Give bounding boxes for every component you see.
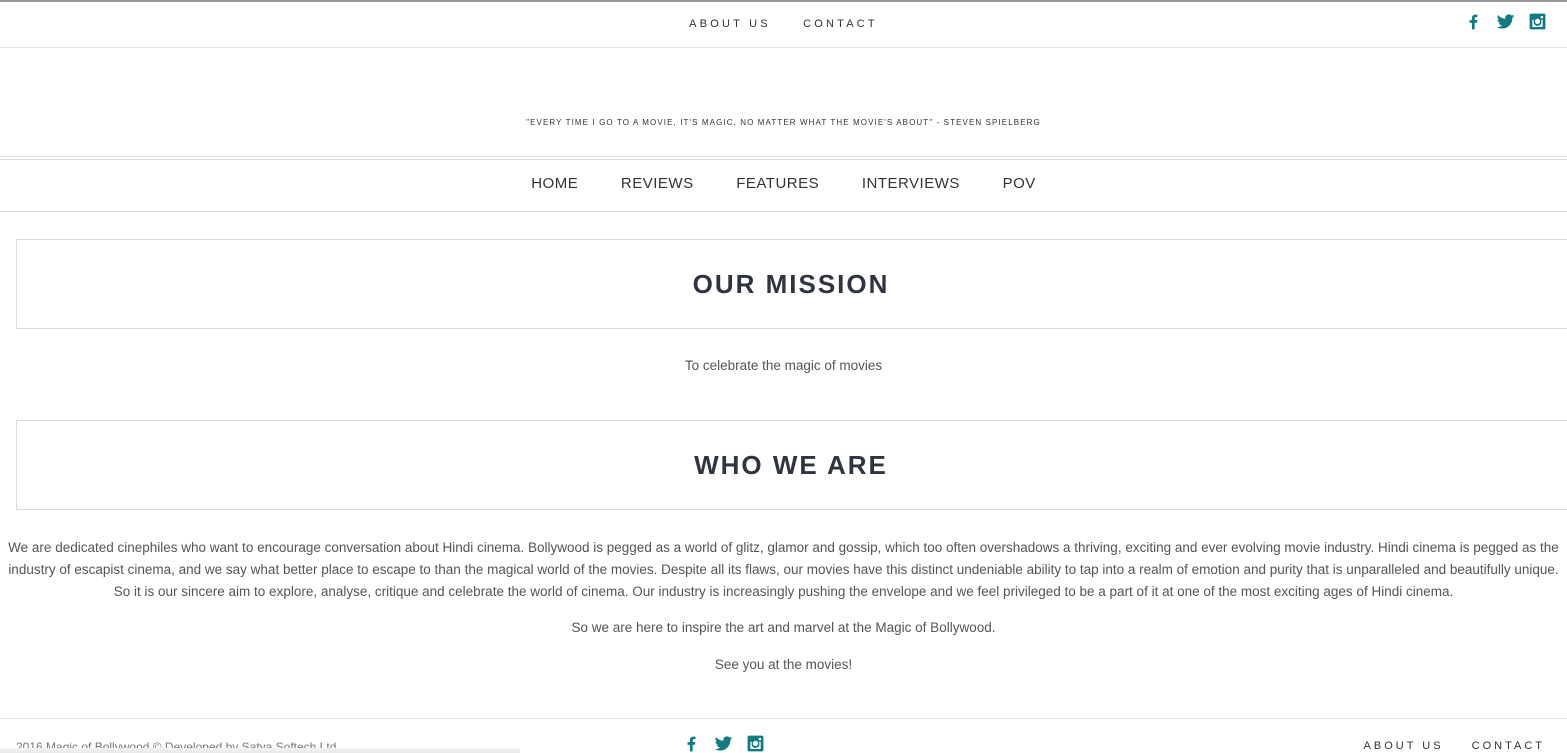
top-nav: ABOUT US CONTACT xyxy=(0,18,1567,30)
nav-pov[interactable]: POV xyxy=(1003,175,1036,192)
instagram-icon[interactable] xyxy=(744,733,766,753)
main-nav: HOME REVIEWS FEATURES INTERVIEWS POV xyxy=(0,175,1567,192)
divider xyxy=(0,211,1567,212)
footer-contact[interactable]: CONTACT xyxy=(1472,740,1545,752)
footer-about-us[interactable]: ABOUT US xyxy=(1364,740,1444,752)
footer-social-links xyxy=(680,733,766,753)
nav-features[interactable]: FEATURES xyxy=(736,175,819,192)
twitter-icon[interactable] xyxy=(712,733,734,753)
mission-text: To celebrate the magic of movies xyxy=(684,358,883,373)
top-social-links xyxy=(1462,11,1548,31)
divider xyxy=(0,156,1567,157)
instagram-icon[interactable] xyxy=(1526,11,1548,31)
top-nav-about-us[interactable]: ABOUT US xyxy=(689,18,771,30)
mission-heading: OUR MISSION xyxy=(692,268,890,299)
who-we-are-line2: So we are here to inspire the art and ma… xyxy=(571,620,996,635)
top-bar: ABOUT US CONTACT xyxy=(0,2,1567,48)
who-we-are-heading-box: WHO WE ARE xyxy=(16,420,1567,510)
who-we-are-paragraph: We are dedicated cinephiles who want to … xyxy=(8,540,1559,599)
mission-heading-box: OUR MISSION xyxy=(16,239,1567,329)
divider xyxy=(0,159,1567,160)
facebook-icon[interactable] xyxy=(1462,11,1484,31)
nav-interviews[interactable]: INTERVIEWS xyxy=(862,175,960,192)
bottom-overlay-edge xyxy=(0,748,520,753)
who-we-are-line3: See you at the movies! xyxy=(714,657,853,672)
footer-nav: ABOUT US CONTACT xyxy=(1342,740,1545,752)
nav-reviews[interactable]: REVIEWS xyxy=(621,175,694,192)
twitter-icon[interactable] xyxy=(1494,11,1516,31)
who-we-are-heading: WHO WE ARE xyxy=(694,449,888,480)
nav-home[interactable]: HOME xyxy=(531,175,578,192)
facebook-icon[interactable] xyxy=(680,733,702,753)
quote: "EVERY TIME I GO TO A MOVIE, IT'S MAGIC,… xyxy=(526,118,1041,127)
top-nav-contact[interactable]: CONTACT xyxy=(803,18,878,30)
